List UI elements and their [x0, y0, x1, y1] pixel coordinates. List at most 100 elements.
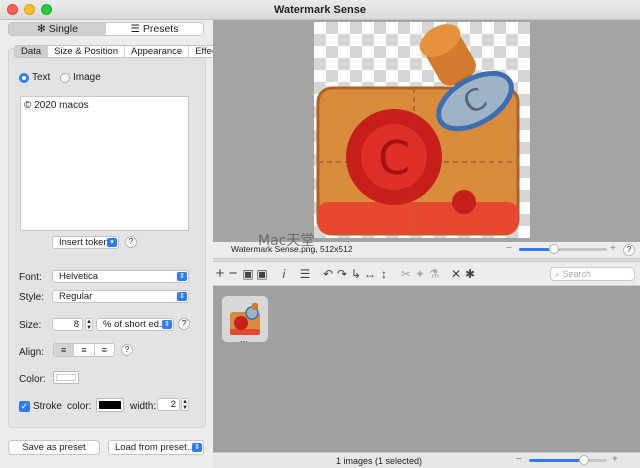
- up-down-arrows-icon: ⇕: [192, 443, 202, 452]
- size-unit-select[interactable]: % of short ed... ⇕: [96, 318, 174, 331]
- expand-icon[interactable]: ✱: [463, 267, 477, 281]
- thumbnail-size-knob[interactable]: [579, 455, 589, 465]
- image-toolbar: + − ▣ ▣ i ☰ ↶ ↷ ↳ ↔ ↕ ✂ ✦ ⚗ ✕ ✱ ⌕ Search: [213, 262, 640, 286]
- preview-image: C C: [314, 22, 530, 238]
- help-icon[interactable]: ?: [125, 236, 137, 248]
- size-label: Size:: [19, 320, 42, 331]
- tab-single[interactable]: ✻ Single: [9, 23, 106, 35]
- align-right-icon[interactable]: ≡: [93, 344, 114, 356]
- stroke-checkbox[interactable]: ✓: [19, 401, 30, 412]
- tab-single-label: Single: [48, 23, 78, 35]
- search-field[interactable]: ⌕ Search: [550, 267, 635, 281]
- zoom-window-button[interactable]: [41, 4, 52, 15]
- image-radio-label: Image: [73, 72, 101, 83]
- stroke-width-value: 2: [170, 399, 176, 410]
- zoom-in-icon[interactable]: +: [610, 243, 616, 254]
- font-value: Helvetica: [59, 271, 99, 282]
- tab-presets-label: Presets: [142, 23, 179, 35]
- up-down-arrows-icon: ⇕: [162, 320, 172, 329]
- info-icon[interactable]: i: [277, 267, 291, 281]
- search-placeholder: Search: [562, 269, 592, 279]
- tab-presets[interactable]: ☰ Presets: [106, 23, 203, 35]
- size-stepper[interactable]: ▲ ▼: [85, 318, 93, 331]
- stroke-width-label: width:: [130, 401, 157, 412]
- style-label: Style:: [19, 292, 45, 303]
- chevron-down-icon: ▾: [107, 238, 117, 247]
- stroke-width-input[interactable]: 2: [157, 398, 180, 411]
- font-select[interactable]: Helvetica ⇕: [52, 270, 189, 283]
- list-icon[interactable]: ☰: [298, 267, 312, 281]
- align-segmented-control: ≡ ≡ ≡: [53, 343, 115, 357]
- delete-icon[interactable]: ✕: [449, 267, 463, 281]
- add-icon[interactable]: +: [213, 266, 227, 281]
- thumbnail-size-fill: [529, 459, 584, 462]
- insert-token-label: Insert token: [59, 237, 109, 248]
- zoom-out-icon[interactable]: −: [516, 454, 522, 465]
- save-all-icon[interactable]: ▣: [255, 267, 269, 281]
- color-label: Color:: [19, 374, 46, 385]
- color-well[interactable]: [53, 371, 79, 384]
- selection-status: 1 images (1 selected): [336, 456, 423, 466]
- flip-icon[interactable]: ↳: [349, 267, 363, 281]
- size-input[interactable]: 8: [52, 318, 83, 331]
- watermark-text: © 2020 macos: [24, 100, 89, 111]
- tools-icon[interactable]: ✂: [399, 267, 413, 281]
- stroke-width-stepper[interactable]: ▲ ▼: [181, 398, 189, 411]
- svg-text:C: C: [378, 131, 410, 185]
- thumbnail-label: ...: [240, 334, 248, 344]
- tab-size-position[interactable]: Size & Position: [48, 46, 125, 57]
- align-center-icon[interactable]: ≡: [73, 344, 93, 356]
- flip-vertical-icon[interactable]: ↕: [377, 267, 391, 281]
- size-unit-value: % of short ed...: [103, 319, 167, 330]
- gear-icon: ✻: [37, 23, 49, 35]
- style-value: Regular: [59, 291, 93, 302]
- zoom-out-icon[interactable]: −: [506, 243, 512, 254]
- rotate-right-icon[interactable]: ↷: [335, 267, 349, 281]
- watermark-sense-app-icon: C C: [316, 24, 520, 236]
- preview-help-icon[interactable]: ?: [623, 244, 635, 256]
- text-radio[interactable]: [19, 73, 29, 83]
- thumbnail-app-icon: [230, 303, 260, 335]
- rotate-left-icon[interactable]: ↶: [321, 267, 335, 281]
- magic-icon[interactable]: ✦: [413, 267, 427, 281]
- color-swatch: [56, 374, 76, 381]
- site-watermark: Mac天堂: [258, 233, 315, 249]
- align-help-icon[interactable]: ?: [121, 344, 133, 356]
- save-icon[interactable]: ▣: [241, 267, 255, 281]
- stroke-color-well[interactable]: [96, 398, 124, 412]
- align-label: Align:: [19, 347, 45, 358]
- image-browser: ...: [213, 286, 640, 452]
- close-window-button[interactable]: [7, 4, 18, 15]
- load-from-preset-select[interactable]: Load from preset... ⇕: [108, 440, 204, 455]
- clear-icon[interactable]: ⚗: [427, 267, 441, 281]
- text-radio-label: Text: [32, 72, 51, 83]
- stroke-color-swatch: [99, 401, 121, 409]
- size-help-icon[interactable]: ?: [178, 318, 190, 330]
- align-left-icon[interactable]: ≡: [54, 344, 74, 356]
- style-select[interactable]: Regular ⇕: [52, 290, 189, 303]
- thumbnail-size-slider[interactable]: [529, 459, 607, 462]
- minimize-window-button[interactable]: [24, 4, 35, 15]
- image-radio[interactable]: [60, 73, 70, 83]
- tab-appearance[interactable]: Appearance: [125, 46, 190, 57]
- save-as-preset-button[interactable]: Save as preset: [8, 440, 100, 455]
- zoom-in-icon[interactable]: +: [612, 454, 618, 465]
- load-from-preset-label: Load from preset...: [115, 442, 195, 453]
- remove-icon[interactable]: −: [226, 266, 240, 281]
- stroke-label: Stroke: [33, 401, 62, 412]
- size-value: 8: [73, 319, 79, 330]
- tab-data[interactable]: Data: [15, 46, 49, 57]
- stroke-color-label: color:: [67, 401, 92, 412]
- up-down-arrows-icon: ⇕: [177, 292, 187, 301]
- status-bar: 1 images (1 selected) − +: [213, 452, 640, 468]
- mode-segmented-control: ✻ Single ☰ Presets: [8, 22, 204, 36]
- list-icon: ☰: [130, 23, 143, 35]
- up-down-arrows-icon: ⇕: [177, 272, 187, 281]
- flip-horizontal-icon[interactable]: ↔: [363, 267, 377, 281]
- insert-token-button[interactable]: Insert token ▾: [52, 236, 119, 249]
- watermark-text-area[interactable]: © 2020 macos: [20, 96, 189, 231]
- font-label: Font:: [19, 272, 42, 283]
- search-icon: ⌕: [555, 269, 563, 279]
- preview-zoom-slider[interactable]: [519, 248, 607, 251]
- preview-zoom-knob[interactable]: [549, 244, 559, 254]
